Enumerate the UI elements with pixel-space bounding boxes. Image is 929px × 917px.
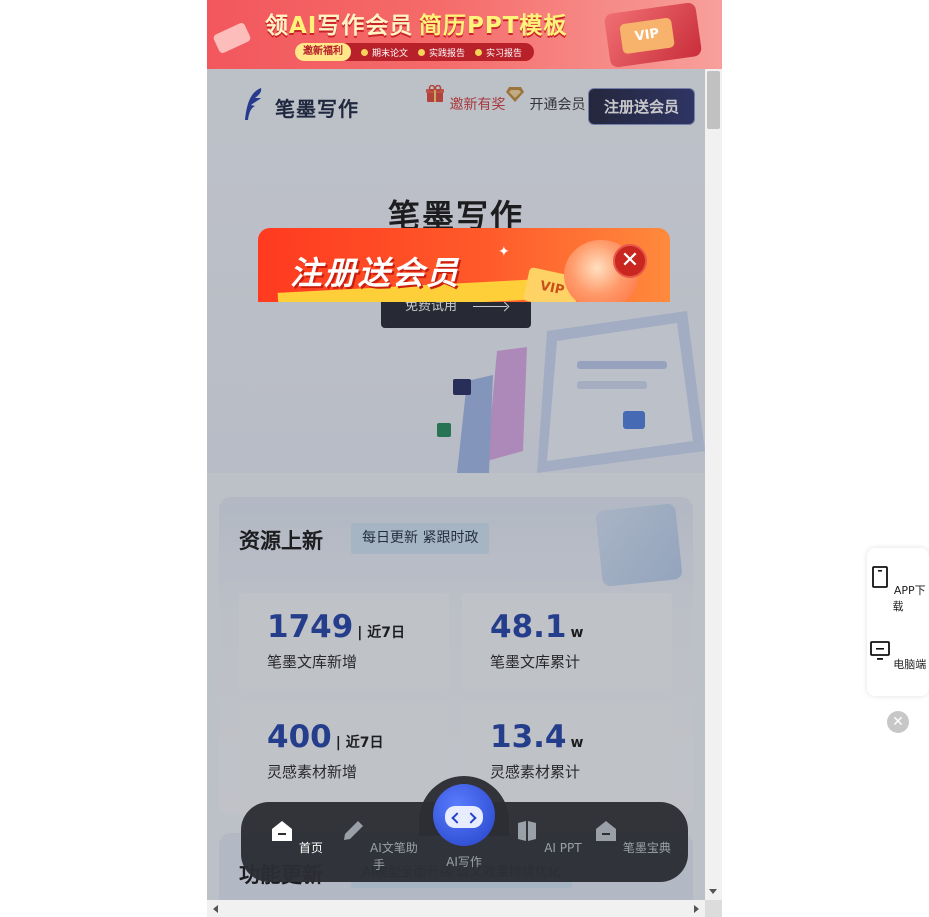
house-icon <box>596 821 617 841</box>
tab-guide[interactable]: 笔墨宝典 <box>592 818 672 856</box>
bullet-icon <box>361 48 368 56</box>
mobile-viewport: 领AI写作会员 简历PPT模板 邀新福利 期末论文 实践报告 实习报告 VIP … <box>207 0 722 917</box>
promo-title-right: 简历PPT模板 <box>419 13 568 39</box>
tab-ai-ppt[interactable]: AI PPT <box>508 818 588 855</box>
pen-icon <box>344 821 364 840</box>
tab-label: 笔墨宝典 <box>622 841 671 855</box>
page: 领AI写作会员 简历PPT模板 邀新福利 期末论文 实践报告 实习报告 VIP … <box>0 0 929 917</box>
promo-item-label: 实习报告 <box>486 48 523 59</box>
bullet-icon <box>475 48 483 56</box>
desktop-client-label: 电脑端 <box>893 658 927 671</box>
floating-sidebar: APP下载 电脑端 <box>867 548 929 696</box>
robot-face <box>445 806 483 828</box>
register-popup[interactable]: 注册送会员 ✦ VIP <box>258 228 670 302</box>
bullet-icon <box>418 48 426 56</box>
scroll-left-icon[interactable] <box>213 905 218 913</box>
scrollbar-corner <box>705 900 722 917</box>
promo-title-prefix: 领 <box>265 13 289 39</box>
vip-card-illustration: VIP <box>603 1 703 69</box>
promo-item: 期末论文 <box>361 46 408 59</box>
scrollbar-thumb[interactable] <box>707 71 720 129</box>
app-download[interactable]: APP下载 <box>867 566 929 614</box>
ai-robot-icon[interactable] <box>433 784 495 846</box>
promo-pill: 邀新福利 期末论文 实践报告 实习报告 <box>295 43 535 61</box>
tab-writing-assistant[interactable]: AI文笔助手 <box>339 818 419 873</box>
pen-illustration <box>212 21 252 55</box>
popup-title: 注册送会员 <box>290 254 461 292</box>
desktop-client[interactable]: 电脑端 <box>867 640 929 672</box>
scroll-right-icon[interactable] <box>694 905 699 913</box>
app-download-label: APP下载 <box>892 584 926 613</box>
promo-item: 实习报告 <box>475 46 522 59</box>
vertical-scrollbar[interactable] <box>705 69 722 900</box>
tab-label: 首页 <box>298 841 323 855</box>
tab-label: AI文笔助手 <box>370 841 418 872</box>
monitor-icon <box>869 641 890 660</box>
sparkle-icon: ✦ <box>498 244 510 260</box>
promo-tag: 邀新福利 <box>295 43 351 61</box>
sidebar-close-icon[interactable]: ✕ <box>887 711 909 733</box>
promo-title-suffix: 写作会员 <box>317 13 414 39</box>
close-icon[interactable]: ✕ <box>613 244 647 278</box>
promo-item-label: 实践报告 <box>429 48 466 59</box>
home-icon <box>272 821 293 841</box>
promo-banner[interactable]: 领AI写作会员 简历PPT模板 邀新福利 期末论文 实践报告 实习报告 VIP <box>207 0 722 69</box>
promo-item: 实践报告 <box>418 46 465 59</box>
promo-title-ai: AI <box>289 13 318 39</box>
tab-ai-writing[interactable]: AI写作 <box>424 853 504 870</box>
book-icon <box>518 821 537 841</box>
promo-item-label: 期末论文 <box>372 48 409 59</box>
tab-label: AI写作 <box>446 855 482 869</box>
scroll-down-icon[interactable] <box>709 889 717 894</box>
tab-home[interactable]: 首页 <box>256 818 336 856</box>
promo-title: 领AI写作会员 <box>265 6 413 40</box>
phone-icon <box>872 566 889 588</box>
tab-label: AI PPT <box>544 841 582 855</box>
vip-badge-icon: VIP <box>619 17 675 55</box>
horizontal-scrollbar[interactable] <box>207 900 705 917</box>
